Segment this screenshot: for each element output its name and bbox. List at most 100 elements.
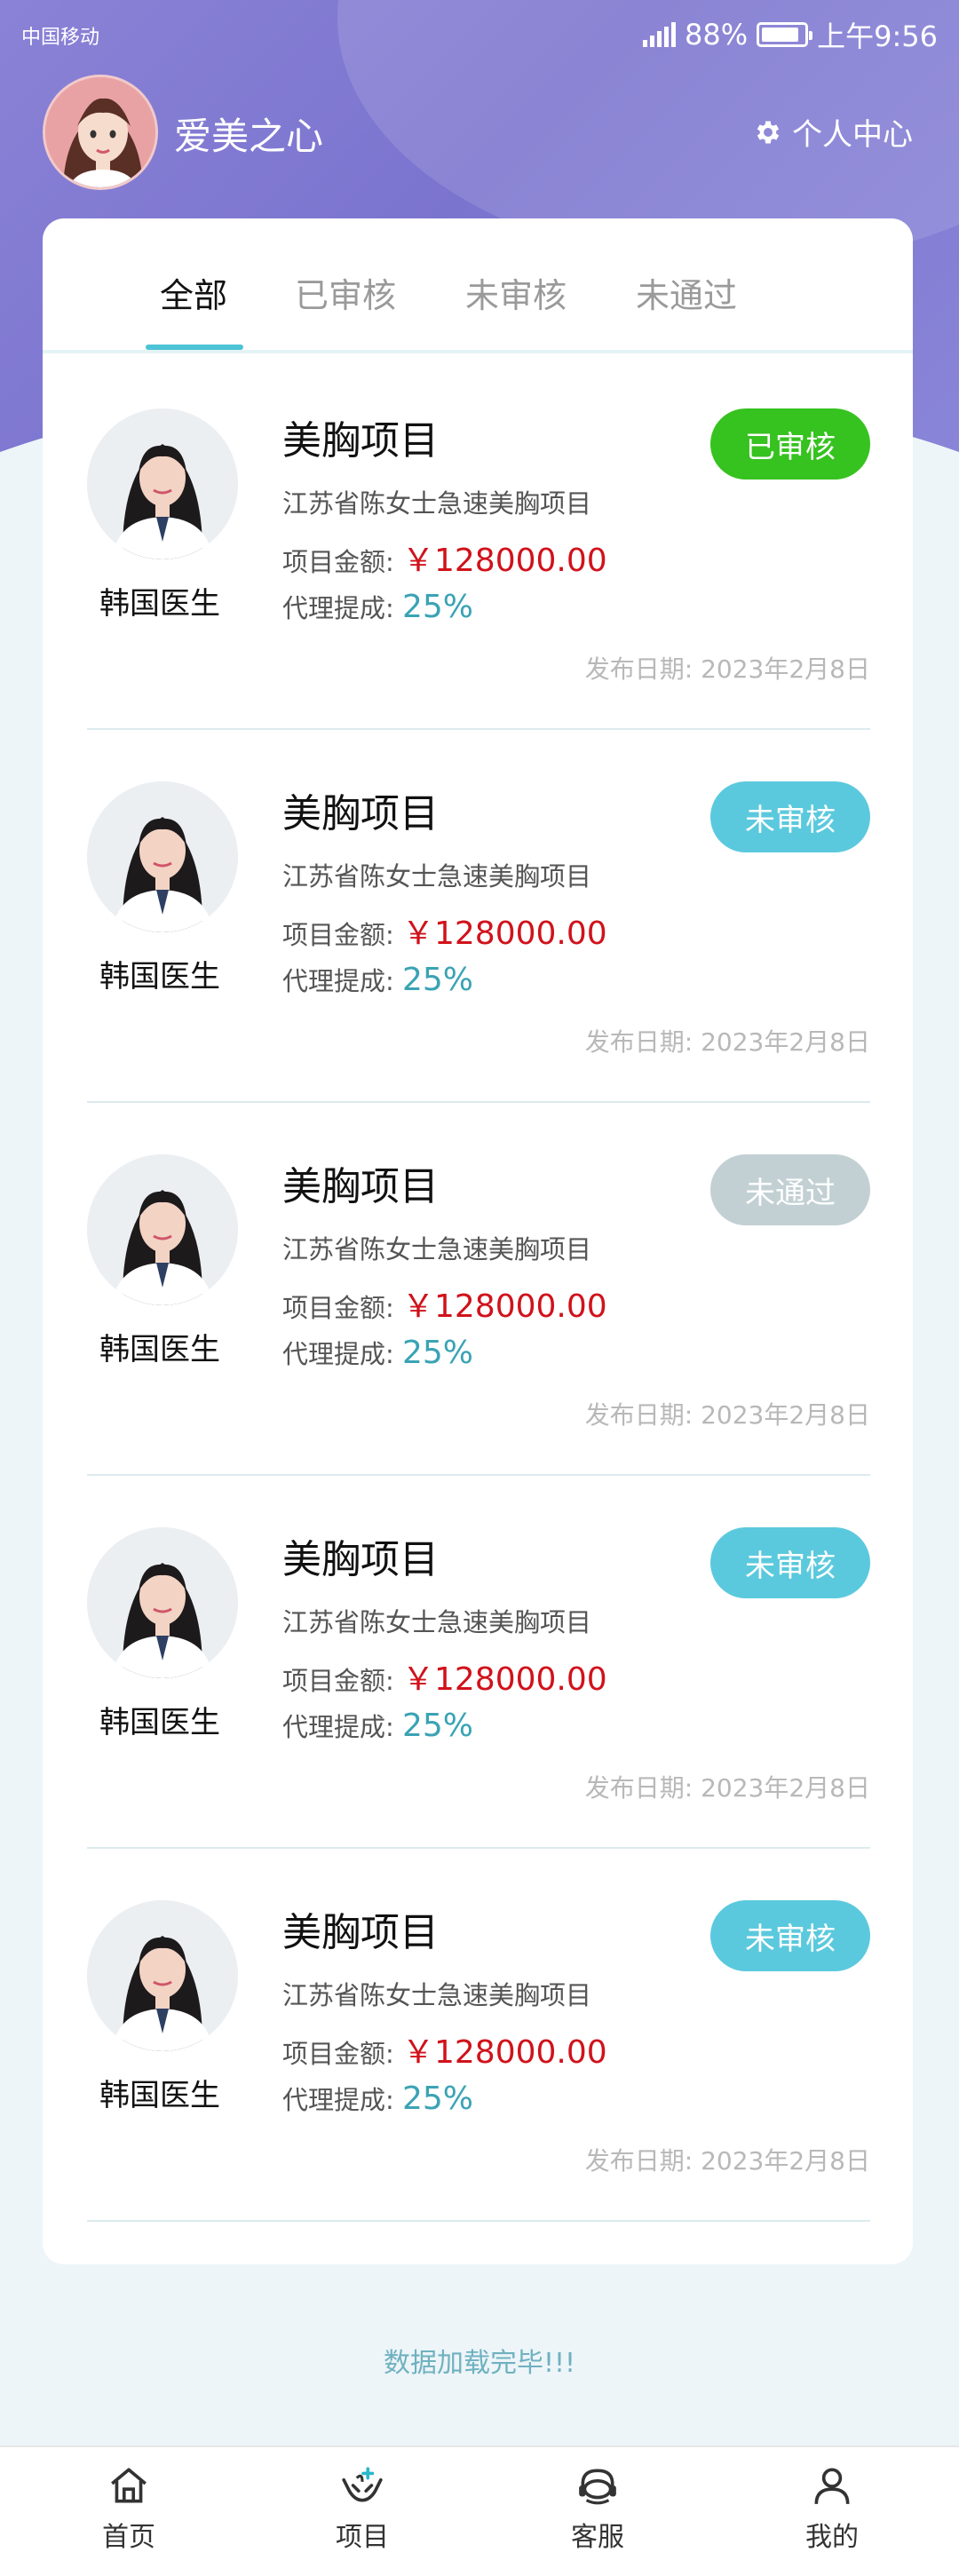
- commission-label: 代理提成:: [282, 1712, 394, 1742]
- carrier-name: 中国移动: [21, 27, 100, 49]
- status-badge[interactable]: 未通过: [710, 1154, 870, 1225]
- status-badge[interactable]: 未审核: [710, 1900, 870, 1971]
- status-badge[interactable]: 未审核: [710, 781, 870, 852]
- headset-icon: [579, 2469, 616, 2505]
- doctor-avatar: [87, 781, 238, 932]
- nav-home[interactable]: 首页: [67, 2463, 191, 2554]
- doctor-name: 韩国医生: [99, 2078, 220, 2113]
- status-badge[interactable]: 已审核: [710, 408, 870, 480]
- item-description: 江苏省陈女士急速美胸项目: [282, 1980, 592, 2010]
- commission-value: 25%: [402, 1708, 474, 1744]
- item-date: 发布日期: 2023年2月8日: [585, 1769, 870, 1804]
- item-description: 江苏省陈女士急速美胸项目: [282, 1607, 592, 1637]
- item-date: 发布日期: 2023年2月8日: [585, 2142, 870, 2177]
- item-date: 发布日期: 2023年2月8日: [585, 1396, 870, 1431]
- tab-bar: 全部 已审核 未审核 未通过: [43, 218, 913, 353]
- hands-icon: [342, 2467, 383, 2502]
- item-title: 美胸项目: [282, 418, 439, 464]
- commission-label: 代理提成:: [282, 593, 394, 623]
- signal-icon: [643, 22, 676, 47]
- commission-value: 25%: [402, 1335, 474, 1371]
- item-commission: 代理提成: 25%: [282, 961, 473, 998]
- commission-label: 代理提成:: [282, 1339, 394, 1369]
- amount-label: 项目金额:: [282, 547, 394, 577]
- user-avatar[interactable]: [43, 75, 158, 190]
- date-value: 2023年2月8日: [701, 1027, 870, 1057]
- doctor-avatar: [87, 1154, 238, 1305]
- item-title: 美胸项目: [282, 791, 439, 836]
- date-label: 发布日期:: [584, 1400, 693, 1430]
- date-label: 发布日期:: [584, 1773, 693, 1803]
- bottom-nav: 首页 项目 客服 我的: [0, 2445, 959, 2576]
- date-label: 发布日期:: [584, 2146, 693, 2176]
- doctor-name: 韩国医生: [99, 1332, 220, 1367]
- tab-rejected[interactable]: 未通过: [636, 268, 737, 317]
- item-amount: 项目金额: ￥128000.00: [282, 1280, 607, 1327]
- nav-mine[interactable]: 我的: [770, 2463, 894, 2554]
- user-icon: [814, 2468, 850, 2504]
- item-title: 美胸项目: [282, 1537, 439, 1582]
- amount-label: 项目金额:: [282, 1666, 394, 1696]
- project-list-card: 全部 已审核 未审核 未通过 韩国医生 美胸项目 江苏省陈女士急速美胸项目 项目金额:…: [43, 218, 913, 2264]
- amount-value: ￥128000.00: [402, 2034, 607, 2071]
- date-value: 2023年2月8日: [701, 1400, 870, 1430]
- item-title: 美胸项目: [282, 1910, 439, 1955]
- item-commission: 代理提成: 25%: [282, 1334, 473, 1371]
- list-item[interactable]: 韩国医生 美胸项目 江苏省陈女士急速美胸项目 项目金额: ￥128000.00 代理提成…: [87, 730, 870, 1103]
- status-bar: 中国移动 88% 上午9:56: [0, 0, 959, 67]
- item-amount: 项目金额: ￥128000.00: [282, 535, 607, 581]
- doctor-avatar: [87, 1527, 238, 1678]
- doctor-name: 韩国医生: [99, 1705, 220, 1740]
- status-badge[interactable]: 未审核: [710, 1527, 870, 1598]
- nav-projects[interactable]: 项目: [300, 2463, 424, 2554]
- amount-label: 项目金额:: [282, 2039, 394, 2069]
- nav-mine-label: 我的: [805, 2522, 859, 2553]
- personal-center-link[interactable]: 个人中心: [753, 110, 913, 154]
- item-commission: 代理提成: 25%: [282, 588, 473, 625]
- doctor-avatar: [87, 408, 238, 559]
- amount-value: ￥128000.00: [402, 1288, 607, 1325]
- tab-approved[interactable]: 已审核: [295, 268, 396, 317]
- date-value: 2023年2月8日: [701, 1773, 870, 1803]
- item-amount: 项目金额: ￥128000.00: [282, 1653, 607, 1700]
- amount-value: ￥128000.00: [402, 1661, 607, 1698]
- date-value: 2023年2月8日: [701, 2146, 870, 2176]
- nav-service-label: 客服: [571, 2522, 624, 2553]
- item-description: 江苏省陈女士急速美胸项目: [282, 1234, 592, 1264]
- amount-value: ￥128000.00: [402, 915, 607, 952]
- nav-service[interactable]: 客服: [535, 2463, 660, 2554]
- amount-label: 项目金额:: [282, 1293, 394, 1323]
- nav-projects-label: 项目: [336, 2522, 389, 2553]
- active-tab-indicator: [146, 345, 243, 350]
- doctor-name: 韩国医生: [99, 586, 220, 622]
- commission-label: 代理提成:: [282, 2085, 394, 2115]
- item-amount: 项目金额: ￥128000.00: [282, 908, 607, 954]
- tab-all[interactable]: 全部: [160, 268, 227, 317]
- amount-label: 项目金额:: [282, 920, 394, 950]
- battery-percent: 88%: [685, 18, 749, 52]
- list-item[interactable]: 韩国医生 美胸项目江苏省陈女士急速美胸项目项目金额: ￥128000.00 代理提成…: [87, 357, 870, 730]
- list-item[interactable]: 韩国医生 美胸项目 江苏省陈女士急速美胸项目 项目金额: ￥128000.00 代理提成…: [87, 1476, 870, 1849]
- item-date: 发布日期: 2023年2月8日: [585, 650, 870, 686]
- load-complete-note: 数据加载完毕!!!: [383, 2348, 576, 2379]
- commission-value: 25%: [402, 589, 474, 625]
- item-description: 江苏省陈女士急速美胸项目: [282, 488, 592, 519]
- date-label: 发布日期:: [584, 1027, 693, 1057]
- item-description: 江苏省陈女士急速美胸项目: [282, 861, 592, 892]
- list-item[interactable]: 韩国医生 美胸项目 江苏省陈女士急速美胸项目 项目金额: ￥128000.00 代理提成…: [87, 1849, 870, 2222]
- nav-home-label: 首页: [102, 2522, 155, 2553]
- clock: 上午9:56: [817, 20, 938, 53]
- item-date: 发布日期: 2023年2月8日: [585, 1023, 870, 1058]
- item-title: 美胸项目: [282, 1164, 439, 1209]
- username: 爱美之心: [174, 115, 324, 158]
- tab-pending[interactable]: 未审核: [465, 268, 567, 317]
- item-commission: 代理提成: 25%: [282, 1707, 473, 1744]
- commission-label: 代理提成:: [282, 966, 394, 996]
- doctor-avatar: [87, 1900, 238, 2051]
- doctor-name: 韩国医生: [99, 959, 220, 995]
- item-amount: 项目金额: ￥128000.00: [282, 2026, 607, 2073]
- list-item[interactable]: 韩国医生 美胸项目 江苏省陈女士急速美胸项目 项目金额: ￥128000.00 代理提成…: [87, 1103, 870, 1476]
- date-value: 2023年2月8日: [701, 654, 870, 684]
- battery-icon: [757, 22, 813, 47]
- item-commission: 代理提成: 25%: [282, 2080, 473, 2117]
